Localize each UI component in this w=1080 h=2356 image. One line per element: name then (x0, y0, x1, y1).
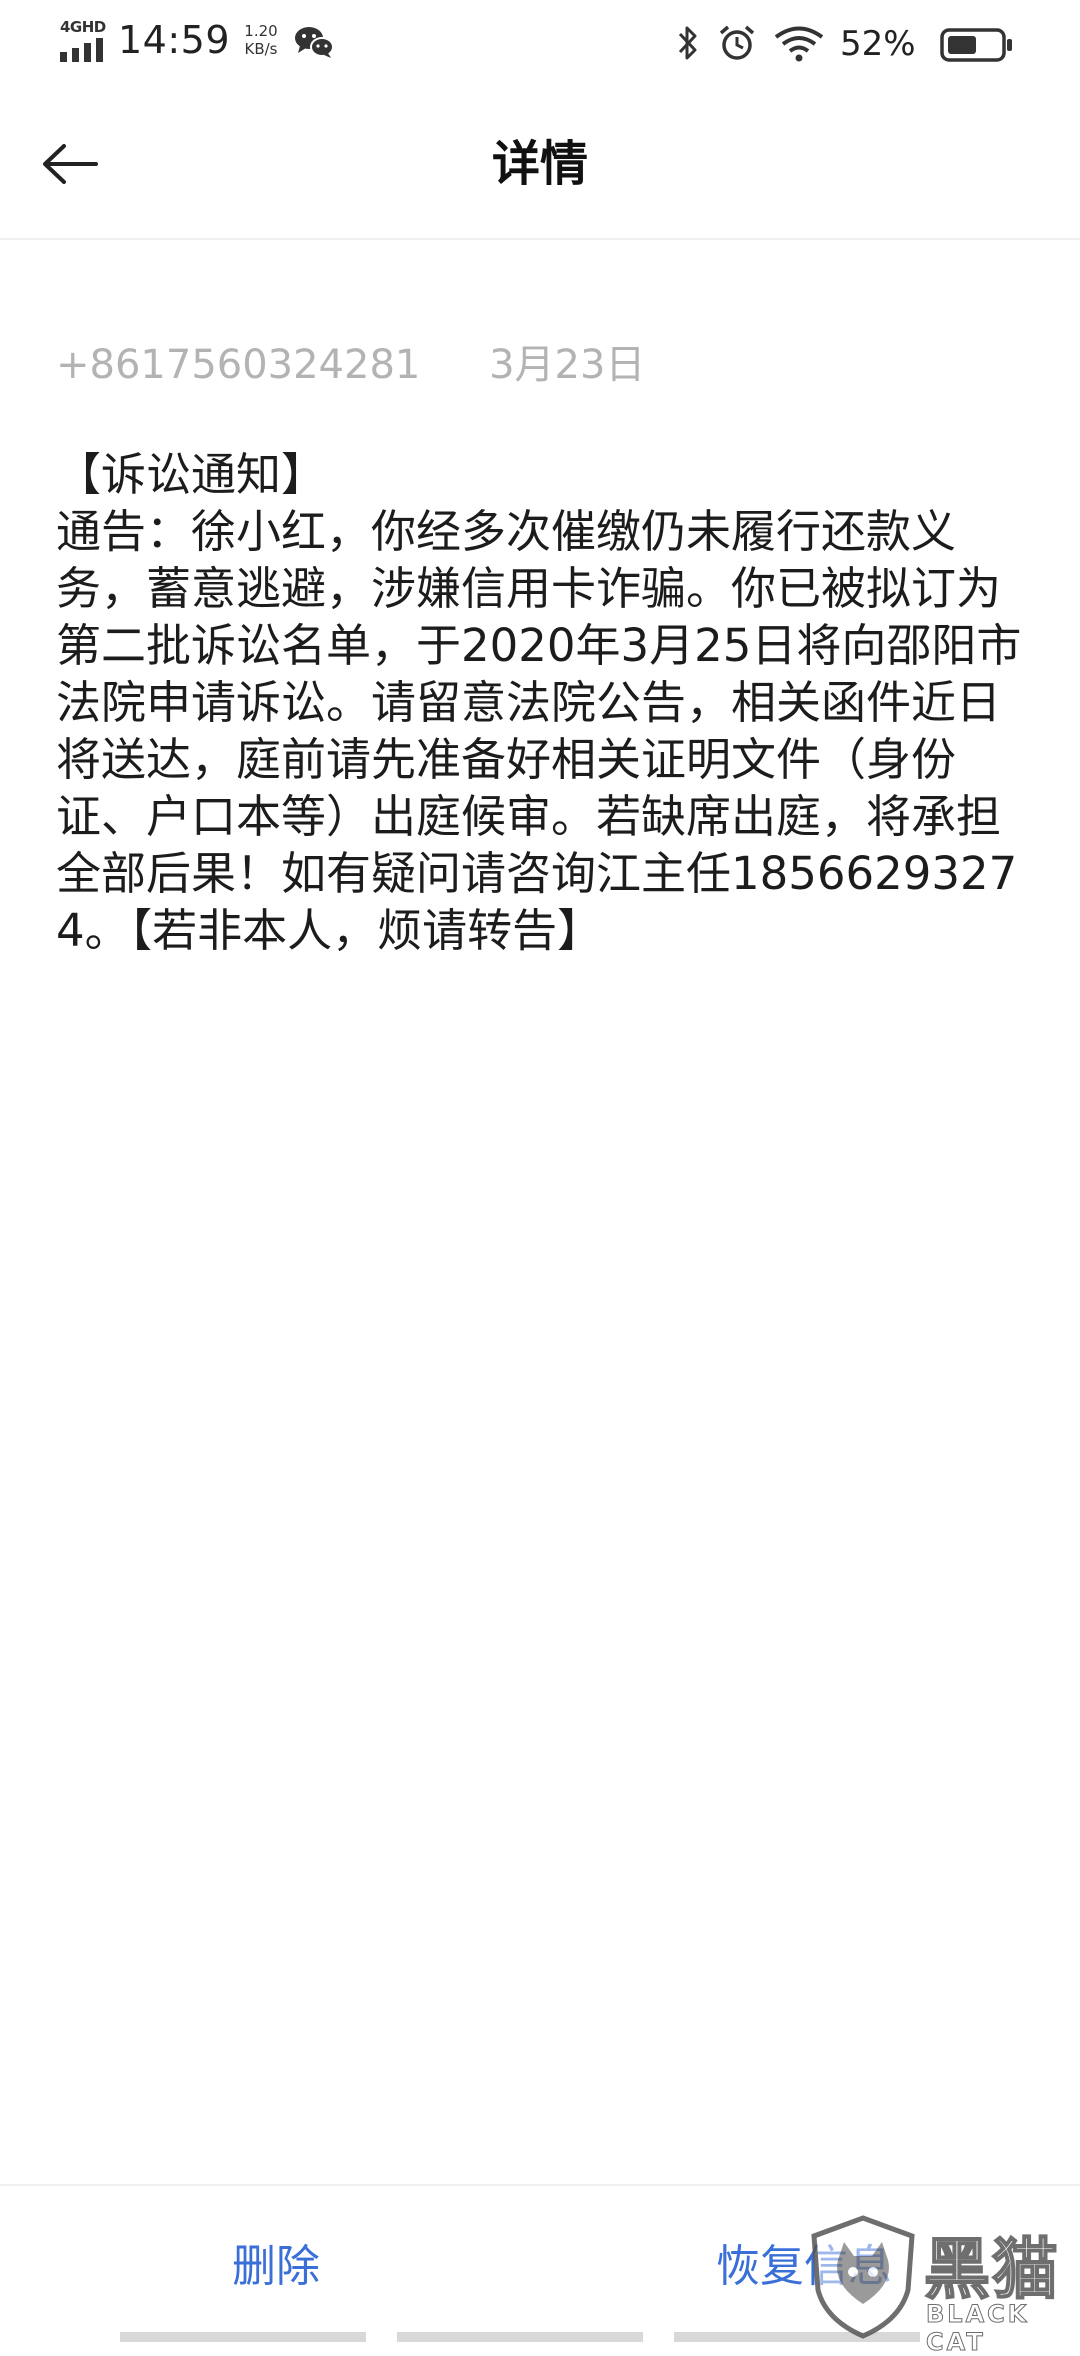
status-bar-right: 52% (676, 16, 1036, 72)
network-speed: 1.20 KB/s (234, 22, 288, 58)
delete-button[interactable]: 删除 (232, 2230, 320, 2294)
black-cat-watermark: 黑猫 BLACK CAT (804, 2212, 1080, 2356)
wifi-icon (774, 26, 824, 62)
cat-shield-logo-icon (811, 2215, 915, 2339)
message-body[interactable]: 【诉讼通知】 通告：徐小红，你经多次催缴仍未履行还款义务，蓄意逃避，涉嫌信用卡诈… (56, 446, 1026, 959)
network-type-label: 4GHD (60, 18, 106, 36)
message-date: 3月23日 (489, 342, 646, 388)
bluetooth-icon (678, 26, 697, 60)
battery-percent: 52% (840, 24, 916, 64)
page-title: 详情 (491, 136, 588, 192)
gesture-bar (120, 2332, 920, 2342)
alarm-clock-icon (719, 25, 755, 60)
signal-bars-icon (60, 38, 103, 62)
wechat-icon (295, 27, 334, 58)
gesture-segment (120, 2332, 366, 2342)
status-bar: 4GHD 14:59 1.20 KB/s 52% (0, 0, 1080, 84)
network-speed-value: 1.20 (244, 22, 278, 40)
watermark-sub-text: BLACK CAT (926, 2300, 1030, 2356)
battery-icon (940, 28, 1012, 62)
message-sender[interactable]: +8617560324281 (56, 342, 420, 388)
message-meta: +8617560324281 3月23日 (56, 332, 645, 390)
status-clock: 14:59 (118, 18, 231, 62)
gesture-segment (397, 2332, 643, 2342)
watermark-main-text: 黑猫 (923, 2230, 1060, 2309)
network-speed-unit: KB/s (244, 40, 278, 58)
app-header: 详情 (0, 84, 1080, 240)
